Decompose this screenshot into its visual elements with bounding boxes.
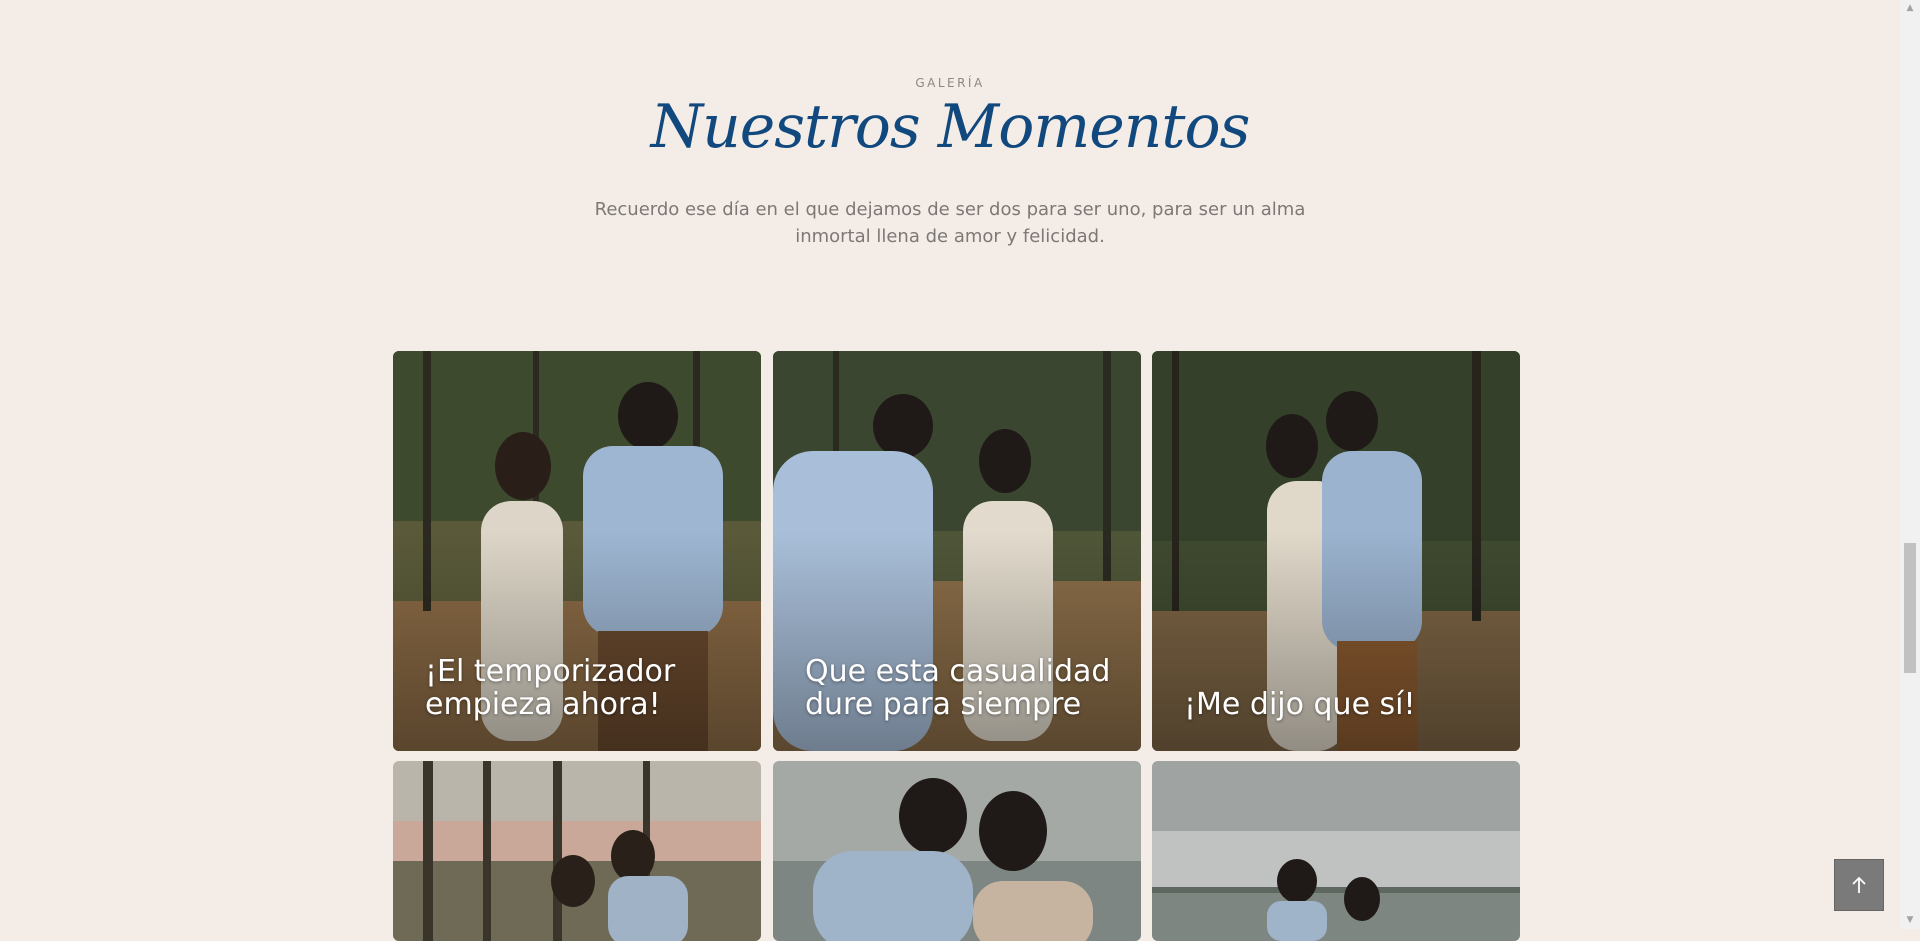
card-caption: Que esta casualidad dure para siempre (805, 654, 1111, 722)
scroll-up-arrow-icon[interactable]: ▲ (1900, 0, 1920, 17)
couple-seaside-photo (1152, 761, 1520, 941)
back-to-top-button[interactable] (1834, 859, 1884, 911)
arrow-up-icon (1852, 876, 1866, 893)
gallery-card-6[interactable] (1152, 761, 1520, 941)
scrollbar-thumb[interactable] (1904, 543, 1916, 673)
section-title: Nuestros Momentos (650, 92, 1251, 162)
page-scrollbar[interactable]: ▲ ▼ (1900, 0, 1920, 929)
card-caption: ¡El temporizador empieza ahora! (425, 654, 676, 722)
scroll-down-arrow-icon[interactable]: ▼ (1900, 912, 1920, 929)
section-description: Recuerdo ese día en el que dejamos de se… (594, 199, 1306, 247)
card-caption: ¡Me dijo que sí! (1184, 687, 1416, 722)
section-eyebrow: GALERÍA (915, 76, 985, 90)
gallery-card-5[interactable] (773, 761, 1141, 941)
gallery-card-chance[interactable]: Que esta casualidad dure para siempre (773, 351, 1141, 751)
gallery-card-4[interactable] (393, 761, 761, 941)
couple-beach-closeup-photo (773, 761, 1141, 941)
gallery-section: GALERÍA Nuestros Momentos Recuerdo ese d… (0, 0, 1900, 941)
couple-trees-photo (393, 761, 761, 941)
gallery-card-said-yes[interactable]: ¡Me dijo que sí! (1152, 351, 1520, 751)
gallery-card-timer[interactable]: ¡El temporizador empieza ahora! (393, 351, 761, 751)
